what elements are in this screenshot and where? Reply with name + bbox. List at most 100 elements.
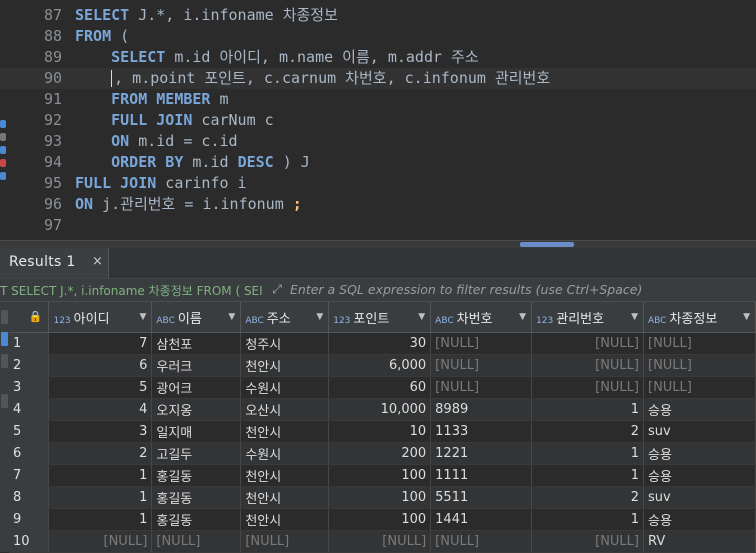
column-header[interactable]: ABC 차번호 ▼ <box>430 302 533 333</box>
code-line[interactable]: 95 FULL JOIN carinfo i <box>0 173 756 194</box>
table-cell[interactable]: 100 <box>328 486 432 509</box>
column-header[interactable]: ABC 차종정보 ▼ <box>643 302 756 333</box>
table-cell[interactable]: [NULL] <box>643 376 756 399</box>
table-cell[interactable]: [NULL] <box>430 530 533 553</box>
table-cell[interactable]: 수원시 <box>240 376 330 399</box>
table-cell[interactable]: 청주시 <box>240 332 330 355</box>
table-cell[interactable]: 60 <box>328 376 432 399</box>
row-number[interactable]: 5 <box>9 420 50 443</box>
table-cell[interactable]: 100 <box>328 464 432 487</box>
table-cell[interactable]: 10 <box>328 420 432 443</box>
row-number[interactable]: 10 <box>9 530 50 553</box>
table-row[interactable]: 7 1 홍길동 천안시 100 1111 1 승용 <box>9 464 756 487</box>
table-cell[interactable]: 10,000 <box>328 398 432 421</box>
filter-query-text[interactable]: T SELECT J.*, i.infoname 차종정보 FROM ( SEI <box>0 282 262 299</box>
tab-results-1[interactable]: Results 1 × <box>0 248 109 278</box>
table-cell[interactable]: 1111 <box>430 464 533 487</box>
table-cell[interactable]: 승용 <box>643 442 756 465</box>
table-cell[interactable]: 승용 <box>643 398 756 421</box>
grid-view-icon[interactable] <box>1 310 8 324</box>
table-cell[interactable]: [NULL] <box>328 530 432 553</box>
row-number[interactable]: 9 <box>9 508 50 531</box>
column-header[interactable]: 123 관리번호 ▼ <box>531 302 644 333</box>
sort-icon[interactable]: ▼ <box>316 312 323 322</box>
panel-toggle-icon[interactable] <box>1 394 8 408</box>
code-line[interactable]: 88 FROM ( <box>0 26 756 47</box>
code-line[interactable]: 89 SELECT m.id 아이디, m.name 이름, m.addr 주소 <box>0 47 756 68</box>
table-cell[interactable]: [NULL] <box>531 530 644 553</box>
table-cell[interactable]: [NULL] <box>643 332 756 355</box>
column-header[interactable]: 123 아이디 ▼ <box>48 302 153 333</box>
table-cell[interactable]: 6 <box>48 354 153 377</box>
table-cell[interactable]: 홍길동 <box>151 486 242 509</box>
table-cell[interactable]: 1133 <box>430 420 533 443</box>
table-cell[interactable]: 4 <box>48 398 153 421</box>
table-cell[interactable]: [NULL] <box>48 530 153 553</box>
table-cell[interactable]: 1 <box>48 486 153 509</box>
text-view-icon[interactable] <box>1 332 8 346</box>
table-row[interactable]: 2 6 우러크 천안시 6,000 [NULL] [NULL] [NULL] <box>9 354 756 377</box>
table-row[interactable]: 9 1 홍길동 천안시 100 1441 1 승용 <box>9 508 756 531</box>
table-cell[interactable]: [NULL] <box>430 332 533 355</box>
table-cell[interactable]: 천안시 <box>240 486 330 509</box>
table-row[interactable]: 8 1 홍길동 천안시 100 5511 2 suv <box>9 486 756 509</box>
code-line[interactable]: 87 SELECT J.*, i.infoname 차종정보 <box>0 5 756 26</box>
row-number[interactable]: 2 <box>9 354 50 377</box>
table-cell[interactable]: 삼천포 <box>151 332 242 355</box>
table-cell[interactable]: 8989 <box>430 398 533 421</box>
table-cell[interactable]: suv <box>643 486 756 509</box>
table-cell[interactable]: 오산시 <box>240 398 330 421</box>
table-cell[interactable]: 고길두 <box>151 442 242 465</box>
table-cell[interactable]: 1221 <box>430 442 533 465</box>
table-cell[interactable]: 3 <box>48 420 153 443</box>
sort-icon[interactable]: ▼ <box>519 312 526 322</box>
table-row[interactable]: 10 [NULL] [NULL] [NULL] [NULL] [NULL] [NULL] RV <box>9 530 756 553</box>
row-number-header[interactable]: 🔒 <box>9 302 50 333</box>
table-cell[interactable]: suv <box>643 420 756 443</box>
sort-icon[interactable]: ▼ <box>228 312 235 322</box>
table-cell[interactable]: [NULL] <box>531 354 644 377</box>
table-cell[interactable]: [NULL] <box>643 354 756 377</box>
table-cell[interactable]: 승용 <box>643 508 756 531</box>
table-cell[interactable]: 광어크 <box>151 376 242 399</box>
table-cell[interactable]: [NULL] <box>531 332 644 355</box>
table-cell[interactable]: 100 <box>328 508 432 531</box>
code-line[interactable]: 93 ON m.id = c.id <box>0 131 756 152</box>
close-icon[interactable]: × <box>92 254 103 269</box>
table-cell[interactable]: 우러크 <box>151 354 242 377</box>
table-cell[interactable]: [NULL] <box>240 530 330 553</box>
code-line[interactable]: 90 , m.point 포인트, c.carnum 차번호, c.infonu… <box>0 68 756 89</box>
row-number[interactable]: 6 <box>9 442 50 465</box>
table-cell[interactable]: 1 <box>531 464 644 487</box>
table-cell[interactable]: [NULL] <box>531 376 644 399</box>
table-row[interactable]: 4 4 오지옹 오산시 10,000 8989 1 승용 <box>9 398 756 421</box>
table-cell[interactable]: 천안시 <box>240 508 330 531</box>
table-cell[interactable]: 2 <box>531 486 644 509</box>
sort-icon[interactable]: ▼ <box>139 312 146 322</box>
table-cell[interactable]: [NULL] <box>430 354 533 377</box>
table-row[interactable]: 3 5 광어크 수원시 60 [NULL] [NULL] [NULL] <box>9 376 756 399</box>
table-cell[interactable]: 일지매 <box>151 420 242 443</box>
row-number[interactable]: 3 <box>9 376 50 399</box>
expand-icon[interactable]: ⤢ <box>268 280 286 298</box>
table-row[interactable]: 5 3 일지매 천안시 10 1133 2 suv <box>9 420 756 443</box>
sort-icon[interactable]: ▼ <box>743 312 750 322</box>
table-cell[interactable]: 천안시 <box>240 354 330 377</box>
table-cell[interactable]: [NULL] <box>430 376 533 399</box>
code-line[interactable]: 91 FROM MEMBER m <box>0 89 756 110</box>
table-cell[interactable]: 오지옹 <box>151 398 242 421</box>
code-line[interactable]: 97 <box>0 215 756 236</box>
table-cell[interactable]: 천안시 <box>240 420 330 443</box>
column-header[interactable]: 123 포인트 ▼ <box>328 302 432 333</box>
table-cell[interactable]: 5511 <box>430 486 533 509</box>
row-number[interactable]: 7 <box>9 464 50 487</box>
table-cell[interactable]: 1 <box>48 508 153 531</box>
table-cell[interactable]: 6,000 <box>328 354 432 377</box>
sql-editor[interactable]: 87 SELECT J.*, i.infoname 차종정보 88 FROM (89 … <box>0 0 756 240</box>
filter-input[interactable]: Enter a SQL expression to filter results… <box>290 282 642 297</box>
column-header[interactable]: ABC 주소 ▼ <box>240 302 330 333</box>
sort-icon[interactable]: ▼ <box>631 312 638 322</box>
record-view-icon[interactable] <box>1 354 8 368</box>
table-cell[interactable]: 수원시 <box>240 442 330 465</box>
table-cell[interactable]: 2 <box>48 442 153 465</box>
